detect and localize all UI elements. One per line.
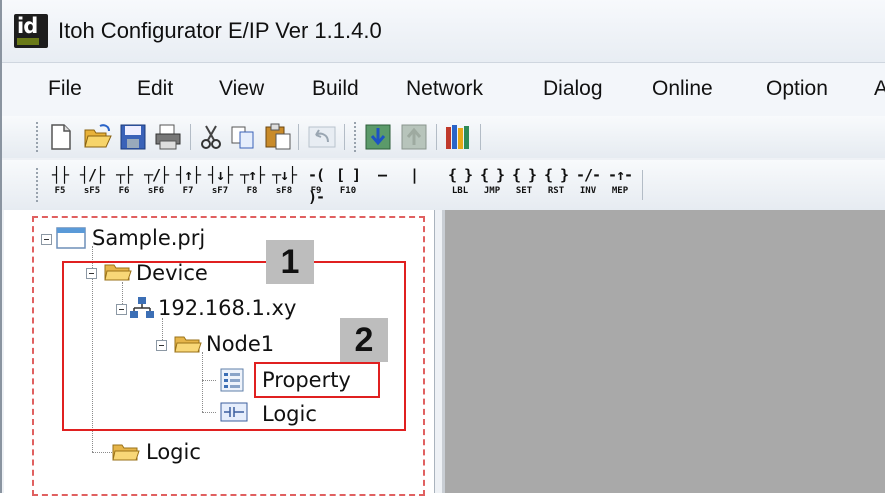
folder-icon bbox=[112, 444, 140, 461]
app-logo-icon: id bbox=[14, 14, 48, 48]
menu-file[interactable]: File bbox=[48, 77, 82, 101]
toolbar-separator bbox=[642, 170, 643, 200]
toolbar-separator bbox=[344, 124, 345, 150]
reset-icon[interactable]: { } RST bbox=[541, 164, 571, 204]
contact-nc-parallel-icon[interactable]: ┬/├ sF6 bbox=[141, 164, 171, 204]
toolbar-separator bbox=[190, 124, 191, 150]
toolbar-grip[interactable] bbox=[354, 122, 359, 152]
menu-online[interactable]: Online bbox=[652, 77, 713, 101]
menu-network[interactable]: Network bbox=[406, 77, 483, 101]
toolbar-grip[interactable] bbox=[36, 168, 41, 202]
contact-nc-icon[interactable]: ┤/├ sF5 bbox=[77, 164, 107, 204]
menu-more[interactable]: A bbox=[874, 77, 885, 101]
toolbar-separator bbox=[436, 124, 437, 150]
tree-item-project[interactable]: Sample.prj bbox=[92, 226, 205, 250]
menu-dialog[interactable]: Dialog bbox=[543, 77, 603, 101]
callout-box-2 bbox=[254, 362, 380, 398]
label-icon[interactable]: { } LBL bbox=[445, 164, 475, 204]
library-icon[interactable] bbox=[444, 123, 472, 151]
toolbar-grip[interactable] bbox=[36, 122, 41, 152]
tree-item-logic[interactable]: Logic bbox=[146, 440, 201, 464]
ladder-toolbar: ┤├ F5 ┤/├ sF5 ┬├ F6 ┬/├ sF6 ┤↑├ F7 ┤↓├ sF7 ┬↑├… bbox=[2, 160, 885, 210]
callout-number-2: 2 bbox=[340, 318, 388, 362]
workspace-pane[interactable] bbox=[442, 210, 885, 493]
download-icon[interactable] bbox=[364, 123, 392, 151]
contact-no-icon[interactable]: ┤├ F5 bbox=[45, 164, 75, 204]
set-icon[interactable]: { } SET bbox=[509, 164, 539, 204]
invert-icon[interactable]: -/- INV bbox=[573, 164, 603, 204]
menu-build[interactable]: Build bbox=[312, 77, 359, 101]
contact-fall-icon[interactable]: ┤↓├ sF7 bbox=[205, 164, 235, 204]
contact-no-parallel-icon[interactable]: ┬├ F6 bbox=[109, 164, 139, 204]
cut-icon[interactable] bbox=[200, 124, 222, 150]
project-icon bbox=[56, 227, 86, 249]
function-block-icon[interactable]: [ ] F10 bbox=[333, 164, 363, 204]
coil-icon[interactable]: -( )- F9 bbox=[301, 164, 331, 206]
menu-option[interactable]: Option bbox=[766, 77, 828, 101]
new-file-icon[interactable] bbox=[50, 124, 72, 150]
callout-number-1: 1 bbox=[266, 240, 314, 284]
window-title: Itoh Configurator E/IP Ver 1.1.4.0 bbox=[58, 18, 382, 43]
menu-view[interactable]: View bbox=[219, 77, 264, 101]
tree-line bbox=[92, 452, 112, 453]
paste-icon[interactable] bbox=[264, 122, 292, 150]
copy-icon[interactable] bbox=[230, 124, 256, 150]
upload-icon[interactable] bbox=[400, 123, 428, 151]
print-icon[interactable] bbox=[154, 124, 182, 150]
undo-icon[interactable] bbox=[308, 126, 336, 148]
toolbar-separator bbox=[480, 124, 481, 150]
horizontal-line-icon[interactable]: — bbox=[367, 164, 397, 204]
jump-icon[interactable]: { } JMP bbox=[477, 164, 507, 204]
contact-rise-parallel-icon[interactable]: ┬↑├ F8 bbox=[237, 164, 267, 204]
standard-toolbar bbox=[2, 116, 885, 158]
menu-bar: File Edit View Build Network Dialog Onli… bbox=[2, 62, 885, 117]
vertical-line-icon[interactable]: | bbox=[399, 164, 429, 204]
contact-fall-parallel-icon[interactable]: ┬↓├ sF8 bbox=[269, 164, 299, 204]
collapse-toggle[interactable] bbox=[41, 234, 52, 245]
open-folder-icon[interactable] bbox=[84, 124, 112, 150]
save-icon[interactable] bbox=[120, 124, 146, 150]
mep-icon[interactable]: -↑- MEP bbox=[605, 164, 635, 204]
title-bar[interactable]: id Itoh Configurator E/IP Ver 1.1.4.0 bbox=[2, 0, 885, 62]
toolbar-separator bbox=[298, 124, 299, 150]
contact-rise-icon[interactable]: ┤↑├ F7 bbox=[173, 164, 203, 204]
menu-edit[interactable]: Edit bbox=[137, 77, 173, 101]
